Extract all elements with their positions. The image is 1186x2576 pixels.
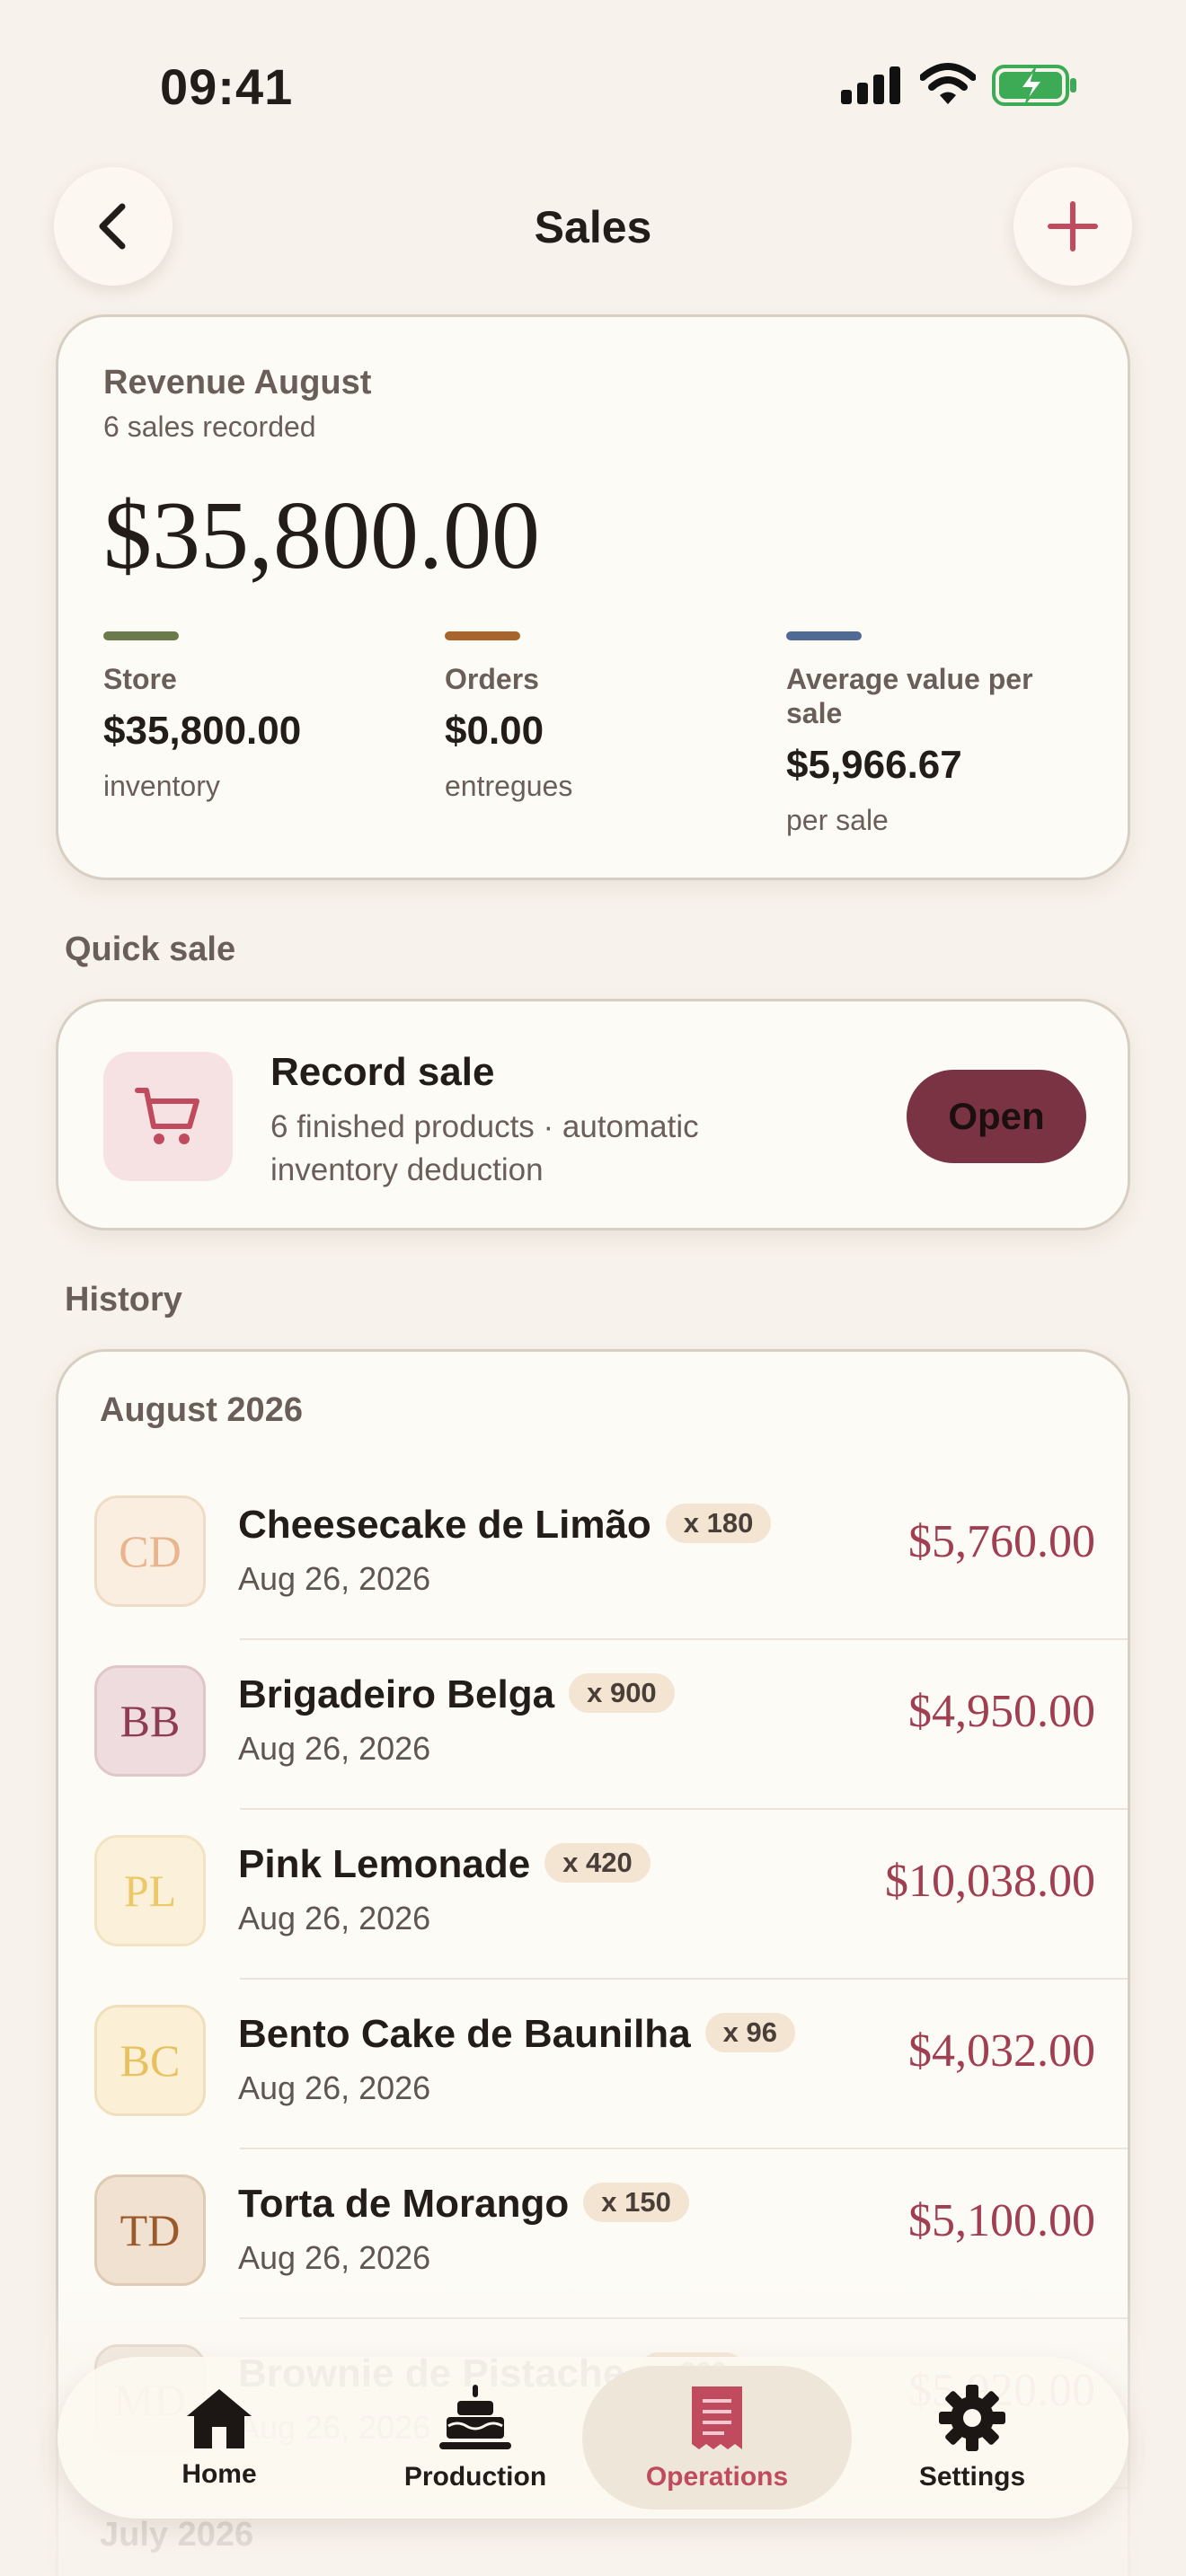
- quick-sale-title: Record sale: [270, 1050, 495, 1094]
- stat-value: $35,800.00: [103, 709, 302, 753]
- shopping-cart-icon: [135, 1088, 199, 1144]
- product-avatar: BC: [94, 2005, 206, 2116]
- sale-amount: $5,760.00: [908, 1516, 1095, 1567]
- product-name: Torta de Morango: [238, 2182, 570, 2226]
- product-name-line: Cheesecake de Limão x 180: [238, 1503, 772, 1548]
- tab-bar: Home Production Operations Settings: [58, 2357, 1128, 2519]
- sale-row[interactable]: CD Cheesecake de Limão x 180 Aug 26, 2026 $5…: [58, 1470, 1128, 1640]
- tab-label: Production: [403, 2462, 547, 2492]
- stat-note: per sale: [786, 804, 889, 836]
- quantity-badge: x 420: [544, 1843, 651, 1883]
- product-name: Brigadeiro Belga: [238, 1672, 555, 1716]
- revenue-title: Revenue August: [103, 364, 372, 401]
- tab-label: Home: [181, 2459, 257, 2489]
- sale-date: Aug 26, 2026: [238, 1730, 431, 1767]
- page-title: Sales: [534, 202, 652, 252]
- quantity-badge: x 96: [704, 2013, 796, 2052]
- plus-icon: [1048, 201, 1098, 251]
- stat-label: Store: [103, 663, 177, 695]
- cellular-signal-icon: [841, 66, 900, 104]
- stat-label: Orders: [445, 663, 539, 695]
- stat-orders: Orders $0.00 entregues: [445, 631, 768, 803]
- product-name: Pink Lemonade: [238, 1842, 531, 1886]
- tab-production[interactable]: Production: [341, 2366, 610, 2510]
- nav-bar: Sales: [0, 167, 1186, 287]
- sale-amount: $4,032.00: [908, 2025, 1095, 2077]
- stat-color-bar: [445, 631, 520, 640]
- month-label: August 2026: [100, 1391, 303, 1429]
- sale-date: Aug 26, 2026: [238, 1560, 431, 1597]
- status-time: 09:41: [160, 58, 294, 115]
- sale-row[interactable]: BB Brigadeiro Belga x 900 Aug 26, 2026 $4,95…: [58, 1640, 1128, 1810]
- stat-note: inventory: [103, 770, 220, 802]
- quick-sale-description: 6 finished products · automatic inventor…: [270, 1109, 699, 1187]
- wifi-icon: [920, 63, 976, 104]
- add-sale-button[interactable]: [1013, 167, 1132, 286]
- product-name: Cheesecake de Limão: [238, 1503, 651, 1547]
- product-avatar: TD: [94, 2175, 206, 2286]
- quantity-badge: x 900: [569, 1673, 675, 1713]
- status-bar: 09:41: [0, 0, 1186, 171]
- quick-sale-section-label: Quick sale: [65, 931, 236, 968]
- history-section-label: History: [65, 1281, 182, 1319]
- product-avatar: PL: [94, 1835, 206, 1946]
- stat-color-bar: [103, 631, 179, 640]
- sale-date: Aug 26, 2026: [238, 2069, 431, 2106]
- tab-operations[interactable]: Operations: [582, 2366, 852, 2510]
- product-name-line: Torta de Morango x 150: [238, 2182, 689, 2227]
- sale-amount: $4,950.00: [908, 1686, 1095, 1737]
- stat-note: entregues: [445, 770, 573, 802]
- tab-settings[interactable]: Settings: [837, 2366, 1107, 2510]
- stat-label: Average value per sale: [786, 663, 1033, 729]
- gear-icon: [939, 2385, 1005, 2451]
- sale-row[interactable]: PL Pink Lemonade x 420 Aug 26, 2026 $10,038.…: [58, 1810, 1128, 1980]
- revenue-summary-card: Revenue August 6 sales recorded $35,800.…: [56, 314, 1130, 880]
- stat-color-bar: [786, 631, 862, 640]
- open-button[interactable]: Open: [907, 1070, 1086, 1163]
- sale-row[interactable]: BC Bento Cake de Baunilha x 96 Aug 26, 2026…: [58, 1980, 1128, 2149]
- sale-amount: $10,038.00: [885, 1856, 1095, 1907]
- sale-date: Aug 26, 2026: [238, 1900, 431, 1936]
- tab-label: Settings: [918, 2462, 1026, 2492]
- revenue-subtitle: 6 sales recorded: [103, 410, 316, 443]
- receipt-icon: [692, 2386, 742, 2449]
- product-name-line: Pink Lemonade x 420: [238, 1842, 651, 1887]
- cake-icon: [439, 2385, 511, 2449]
- sale-amount: $5,100.00: [908, 2195, 1095, 2246]
- sale-date: Aug 26, 2026: [238, 2239, 431, 2276]
- quantity-badge: x 180: [665, 1504, 772, 1543]
- battery-charging-icon: [992, 65, 1076, 106]
- quick-sale-card[interactable]: Record sale 6 finished products · automa…: [56, 999, 1130, 1231]
- stat-average: Average value per sale $5,966.67 per sal…: [786, 631, 1056, 837]
- tab-label: Operations: [645, 2462, 789, 2492]
- product-avatar: BB: [94, 1665, 206, 1777]
- product-name: Bento Cake de Baunilha: [238, 2012, 691, 2056]
- house-icon: [187, 2389, 252, 2448]
- tab-home[interactable]: Home: [84, 2366, 354, 2510]
- revenue-amount: $35,800.00: [103, 482, 540, 589]
- cart-tile: [103, 1052, 233, 1181]
- product-name-line: Brigadeiro Belga x 900: [238, 1672, 675, 1717]
- stat-value: $5,966.67: [786, 743, 962, 787]
- product-avatar: CD: [94, 1495, 206, 1607]
- stat-value: $0.00: [445, 709, 544, 753]
- stat-store: Store $35,800.00 inventory: [103, 631, 427, 803]
- product-name-line: Bento Cake de Baunilha x 96: [238, 2012, 796, 2057]
- quantity-badge: x 150: [583, 2183, 689, 2222]
